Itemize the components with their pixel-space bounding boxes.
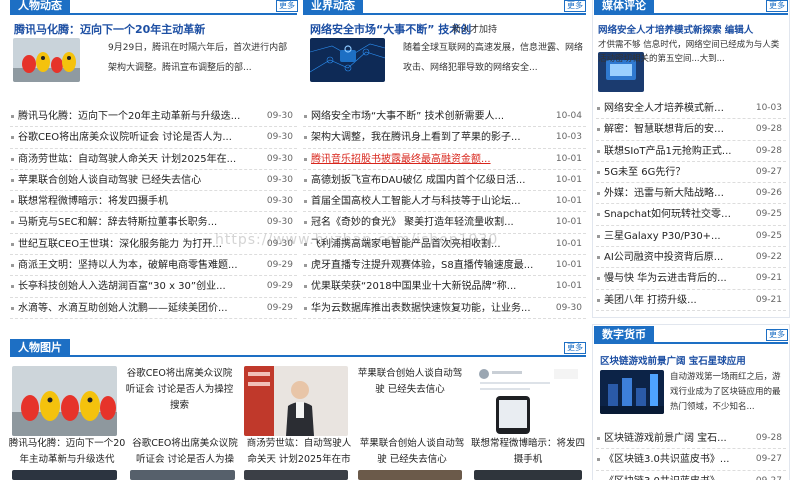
list-item[interactable]: 美团八年 打捞升级... 09-21	[596, 290, 786, 311]
list-item[interactable]: 解密：智慧联想背后的安全密... 09-28	[596, 119, 786, 141]
more-link-media[interactable]: 更多	[766, 0, 788, 12]
list-item[interactable]: 腾讯马化腾：迈向下一个20年主动革新与升级迭... 09-30	[10, 106, 297, 128]
lead-title-media[interactable]: 网络安全人才培养模式新探索 编辑人	[598, 22, 786, 36]
list-item[interactable]: 外媒：迅雷与新大陆战略合作... 09-26	[596, 183, 786, 205]
section-header-photos: 人物图片	[10, 339, 70, 356]
lead-image-people[interactable]	[13, 38, 80, 82]
more-link-people[interactable]: 更多	[276, 0, 298, 12]
header-underline	[594, 13, 788, 15]
list-item[interactable]: 优果联荣获“2018中国果业十大新锐品牌”称... 10-01	[303, 276, 586, 298]
list-item[interactable]: 联想常程微博暗示：将发四摄手机 09-30	[10, 191, 297, 213]
list-item[interactable]: 华为云数据库推出表数据快速恢复功能，让业务... 09-30	[303, 298, 586, 319]
photo-speaker	[244, 366, 348, 436]
more-link-photos[interactable]: 更多	[564, 342, 586, 354]
photo-bottom-caption[interactable]: 谷歌CEO将出席美众议院听证会 讨论是否人为操	[128, 436, 242, 468]
more-link-industry[interactable]: 更多	[564, 0, 586, 12]
photo-thumb-row2[interactable]	[358, 470, 462, 480]
list-item[interactable]: 水滴等、水滴互助创始人沈鹏——延续美团价... 09-29	[10, 298, 297, 319]
section-header-crypto: 数字货币	[594, 326, 654, 343]
lead-summary-industry: 随着全球互联网的高速发展，信息泄露、网络攻击、网络犯罪导致的网络安全...	[403, 43, 583, 73]
photo-card-3[interactable]	[474, 366, 582, 436]
header-underline	[10, 355, 586, 357]
lead-image-crypto[interactable]	[600, 370, 664, 414]
header-underline	[10, 13, 297, 15]
photo-mascots	[12, 366, 117, 436]
photo-bottom-caption[interactable]: 腾讯马化腾：迈向下一个20年主动革新与升级迭代	[8, 436, 126, 468]
list-item[interactable]: 高德划扳飞宣布DAU破亿 成国内首个亿级日活... 10-01	[303, 170, 586, 192]
list-item[interactable]: 冠名《奇妙的食光》 聚美打造年轻流量收割... 10-01	[303, 212, 586, 234]
lead-extra-industry: 新人才加持	[452, 25, 498, 35]
list-item[interactable]: 区块链游戏前景广阔 宝石... 09-28	[596, 428, 786, 450]
header-underline	[594, 342, 788, 344]
photo-thumb-row2[interactable]	[130, 470, 235, 480]
list-item[interactable]: 马斯克与SEC和解：辞去特斯拉董事长职务... 09-30	[10, 212, 297, 234]
list-item[interactable]: 《区块链3.0共识蓝皮书》...09-27	[596, 471, 786, 480]
list-item[interactable]: 网络安全市场“大事不断” 技术创新需要人... 10-04	[303, 106, 586, 128]
lead-summary-media: 才供需不够 信息时代，网络空间已经成为与人类活动密切相关的第五空间...大到..…	[598, 40, 780, 64]
photo-card-1[interactable]	[12, 366, 117, 436]
photo-bottom-caption[interactable]: 苹果联合创始人谈自动驾驶 已经失去信心	[356, 436, 468, 468]
list-item[interactable]: 虎牙直播专注提升观赛体验，S8直播传输速度最... 10-01	[303, 255, 586, 277]
photo-thumb-row2[interactable]	[474, 470, 582, 480]
list-item[interactable]: Snapchat如何玩转社交零售... 09-25	[596, 204, 786, 226]
list-item[interactable]: 长亭科技创始人入选胡润百富“30 x 30”创业... 09-29	[10, 276, 297, 298]
section-header-media: 媒体评论	[594, 0, 654, 14]
industry-news-list: 网络安全市场“大事不断” 技术创新需要人... 10-04 架构大调整，我在腾讯身…	[303, 106, 586, 319]
list-item[interactable]: 网络安全人才培养模式新探... 10-03	[596, 98, 786, 120]
list-item[interactable]: 苹果联合创始人谈自动驾驶 已经失去信心 09-30	[10, 170, 297, 192]
list-item[interactable]: AI公司融资中投资背后原... 09-22	[596, 247, 786, 269]
photo-card-2[interactable]	[244, 366, 348, 436]
photo-bottom-caption[interactable]: 联想常程微博暗示：将发四摄手机	[470, 436, 586, 468]
photo-thumb-row2[interactable]	[244, 470, 348, 480]
lead-summary-people: 9月29日，腾讯在时隔六年后，首次进行内部架构大调整。腾讯宣布调整后的部...	[108, 43, 288, 73]
list-item[interactable]: 5G未至 6G先行？ 09-27	[596, 162, 786, 184]
list-item[interactable]: 商派王文明：坚持以人为本，破解电商零售难题... 09-29	[10, 255, 297, 277]
more-link-crypto[interactable]: 更多	[766, 329, 788, 341]
list-item[interactable]: 谷歌CEO将出席美众议院听证会 讨论是否人为... 09-30	[10, 127, 297, 149]
list-item[interactable]: 三星Galaxy P30/P30+... 09-25	[596, 226, 786, 248]
lead-summary-crypto: 自动游戏第一场雨红之后，游戏行业成为了区块链应用的最热门领域，不少知名...	[670, 372, 781, 412]
list-item[interactable]: 首届全国高校人工智能人才与科技等于山论坛... 10-01	[303, 191, 586, 213]
photo-caption[interactable]: 谷歌CEO将出席美众议院听证会 讨论是否人为操控搜索	[122, 366, 237, 418]
list-item[interactable]: 商汤劳世竑：自动驾驶人命关天 计划2025年在... 09-30	[10, 149, 297, 170]
list-item[interactable]: 飞利浦携高端家电智能产品首次亮相收割... 10-01	[303, 234, 586, 256]
lead-title-people[interactable]: 腾讯马化腾：迈向下一个20年主动革新	[14, 21, 294, 37]
lead-image-industry[interactable]	[310, 38, 385, 82]
list-item[interactable]: 架构大调整，我在腾讯身上看到了苹果的影子... 10-03	[303, 127, 586, 149]
media-news-list: 网络安全人才培养模式新探... 10-03 解密：智慧联想背后的安全密... 09-…	[596, 98, 786, 311]
list-item-highlight[interactable]: 腾讯音乐招股书披露最终最高融资金额... 10-01	[303, 149, 586, 170]
list-item[interactable]: 联想SIoT产品1元抢购正式... 09-28	[596, 141, 786, 162]
section-header-industry: 业界动态	[303, 0, 363, 14]
list-item[interactable]: 慢与快 华为云进击背后的... 09-21	[596, 268, 786, 290]
photo-bottom-caption[interactable]: 商汤劳世竑：自动驾驶人命关天 计划2025年在市	[243, 436, 355, 468]
photo-phone-post	[474, 366, 582, 436]
list-item[interactable]: 《区块链3.0共识蓝皮书》...09-27	[596, 449, 786, 471]
photo-caption[interactable]: 苹果联合创始人谈自动驾驶 已经失去信心	[354, 366, 466, 406]
photo-thumb-row2[interactable]	[12, 470, 117, 480]
lead-title-crypto[interactable]: 区块链游戏前景广阔 宝石星球应用	[600, 353, 788, 367]
crypto-news-list: 区块链游戏前景广阔 宝石... 09-28 《区块链3.0共识蓝皮书》... 09-…	[596, 428, 786, 480]
list-item[interactable]: 世纪互联CEO王世琪：深化服务能力 为打开... 09-30	[10, 234, 297, 256]
section-header-people: 人物动态	[10, 0, 70, 14]
people-news-list: 腾讯马化腾：迈向下一个20年主动革新与升级迭... 09-30 谷歌CEO将出席美…	[10, 106, 297, 319]
header-underline	[303, 13, 586, 15]
